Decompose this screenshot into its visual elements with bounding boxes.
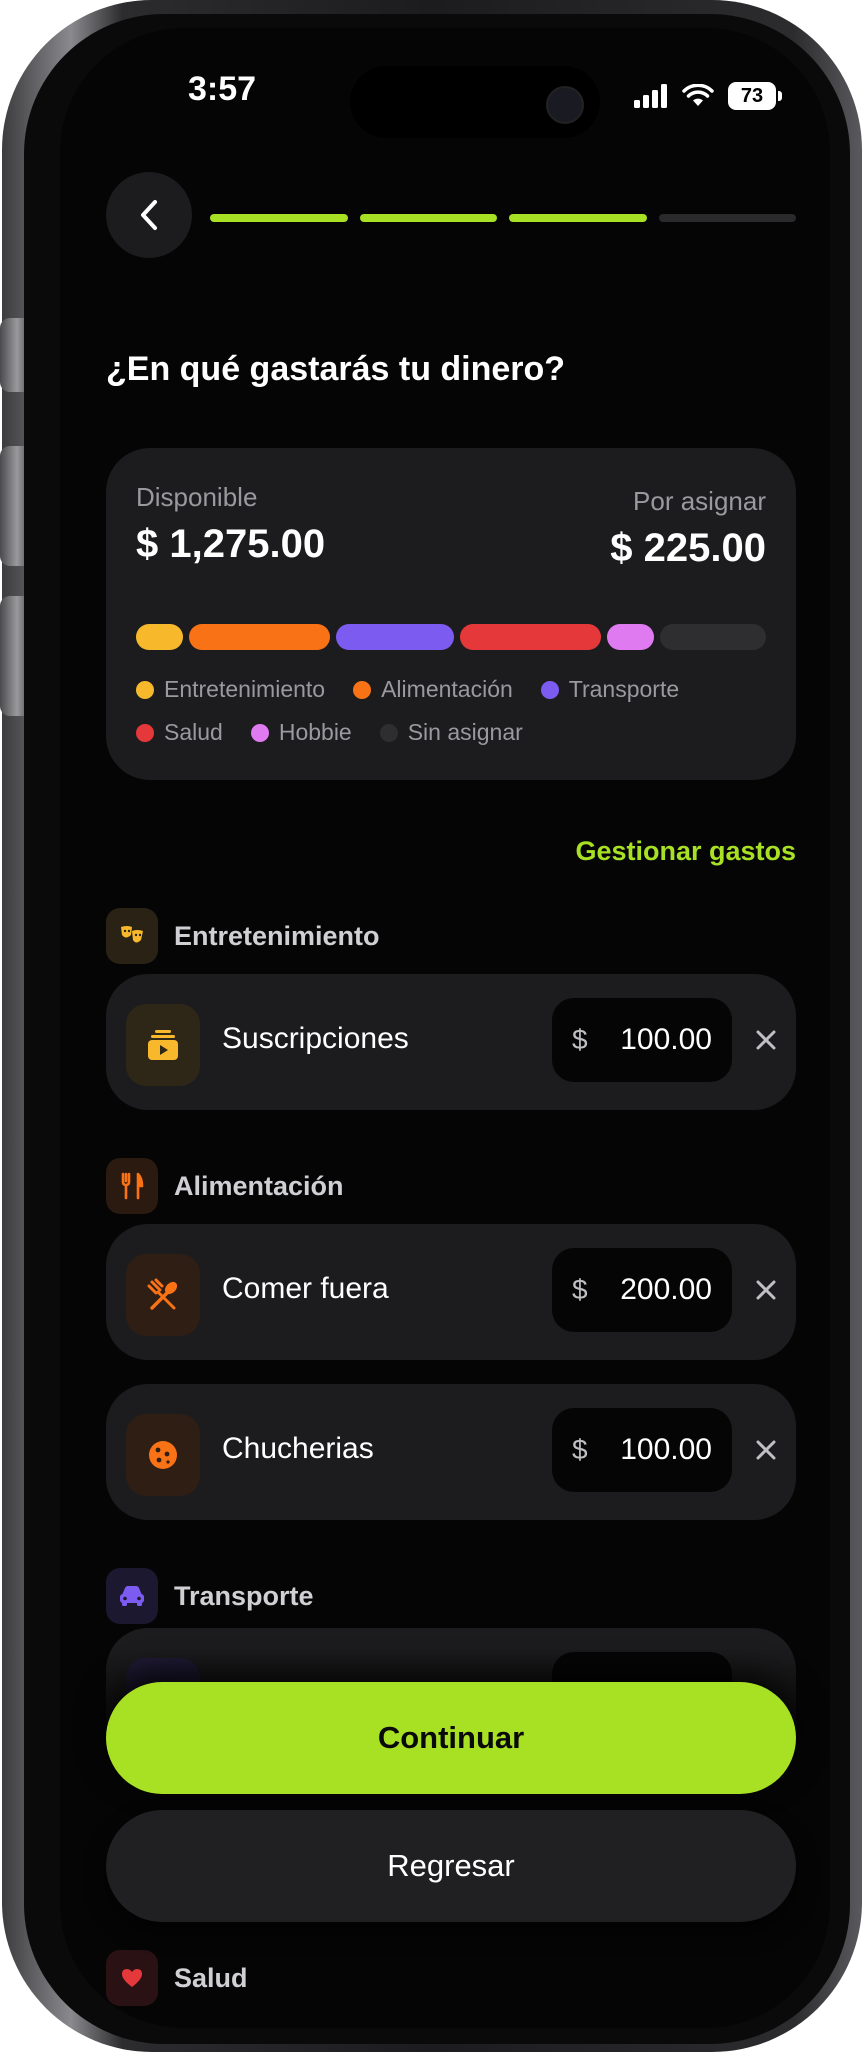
close-icon — [756, 1280, 776, 1300]
camera-icon — [546, 86, 584, 124]
health-icon — [106, 1950, 158, 2006]
legend-item: Hobbie — [250, 719, 352, 746]
expense-row-comer-fuera: Comer fuera $ — [106, 1224, 796, 1360]
category-header-alimentacion: Alimentación — [106, 1158, 344, 1214]
car-icon — [106, 1568, 158, 1624]
battery-icon: 73 — [728, 82, 782, 110]
amount-input[interactable] — [602, 1023, 712, 1057]
expense-row-suscripciones: Suscripciones $ — [106, 974, 796, 1110]
legend-item: Transporte — [540, 676, 680, 703]
status-time: 3:57 — [188, 70, 257, 108]
cookie-icon — [126, 1414, 200, 1496]
legend-item: Alimentación — [353, 676, 513, 703]
expense-name: Chucherias — [222, 1432, 374, 1465]
progress-step — [210, 214, 348, 222]
fork-knife-icon — [106, 1158, 158, 1214]
battery-level: 73 — [728, 82, 776, 110]
currency-symbol: $ — [572, 1024, 588, 1055]
legend-label: Alimentación — [381, 676, 513, 702]
amount-input[interactable] — [602, 1273, 712, 1307]
amount-field[interactable]: $ — [552, 998, 732, 1082]
status-icons: 73 — [634, 82, 782, 110]
currency-symbol: $ — [572, 1434, 588, 1465]
continue-button[interactable]: Continuar — [106, 1682, 796, 1794]
legend-dot — [250, 723, 269, 742]
budget-allocation-bar — [136, 624, 766, 650]
available-label: Disponible — [136, 482, 258, 512]
budget-legend: Entretenimiento Alimentación Transporte Sal… — [136, 676, 776, 746]
amount-field[interactable]: $ — [552, 1408, 732, 1492]
legend-dot — [540, 680, 559, 699]
budget-summary-card: Disponible $ 1,275.00 Por asignar $ 225.… — [106, 448, 796, 780]
legend-dot — [353, 680, 372, 699]
progress-step — [359, 214, 497, 222]
legend-item: Sin asignar — [379, 719, 523, 746]
unassigned-label: Por asignar — [633, 486, 766, 516]
category-header-transporte: Transporte — [106, 1568, 314, 1624]
allocation-segment — [459, 624, 602, 650]
cellular-signal-icon — [634, 84, 667, 108]
allocation-segment — [607, 624, 655, 650]
progress-step — [509, 214, 647, 222]
legend-dot — [136, 723, 154, 742]
theater-masks-icon — [106, 908, 158, 964]
allocation-segment — [136, 624, 184, 650]
legend-label: Entretenimiento — [164, 676, 326, 702]
expense-name: Suscripciones — [222, 1022, 409, 1055]
back-text-button[interactable]: Regresar — [106, 1810, 796, 1922]
device-mockup: 3:57 73 ¿En qué gastarás tu dinero? Disp… — [0, 0, 866, 2058]
spoon-fork-icon — [126, 1254, 200, 1336]
step-progress — [210, 214, 796, 222]
allocation-segment — [660, 624, 766, 650]
legend-label: Transporte — [568, 676, 680, 702]
legend-item: Salud — [136, 719, 223, 746]
amount-field[interactable]: $ — [552, 1248, 732, 1332]
app-screen: 3:57 73 ¿En qué gastarás tu dinero? Disp… — [60, 28, 830, 2028]
legend-label: Hobbie — [278, 719, 352, 745]
page-title: ¿En qué gastarás tu dinero? — [106, 350, 566, 388]
legend-item: Entretenimiento — [136, 676, 325, 703]
progress-step — [658, 214, 796, 222]
allocation-segment — [189, 624, 331, 650]
allocation-segment — [336, 624, 454, 650]
legend-label: Salud — [164, 719, 223, 745]
category-name: Entretenimiento — [174, 920, 380, 951]
wifi-icon — [682, 84, 714, 106]
legend-dot — [379, 723, 398, 742]
amount-input[interactable] — [602, 1433, 712, 1467]
unassigned-amount: $ 225.00 — [610, 526, 766, 570]
manage-expenses-link[interactable]: Gestionar gastos — [575, 836, 796, 867]
category-header-salud: Salud — [106, 1950, 248, 2006]
category-header-entretenimiento: Entretenimiento — [106, 908, 380, 964]
back-button[interactable] — [106, 172, 192, 258]
battery-tip — [778, 91, 782, 101]
currency-symbol: $ — [572, 1274, 588, 1305]
legend-dot — [136, 680, 154, 699]
dynamic-island — [350, 66, 600, 138]
subscription-icon — [126, 1004, 200, 1086]
close-icon — [756, 1440, 776, 1460]
legend-label: Sin asignar — [407, 719, 523, 745]
close-icon — [756, 1030, 776, 1050]
expense-row-chucherias: Chucherias $ — [106, 1384, 796, 1520]
category-name: Transporte — [174, 1580, 314, 1611]
remove-expense-button[interactable] — [748, 1018, 784, 1062]
category-name: Alimentación — [174, 1170, 344, 1201]
expense-name: Comer fuera — [222, 1272, 389, 1305]
available-amount: $ 1,275.00 — [136, 522, 326, 566]
category-name: Salud — [174, 1962, 248, 1993]
chevron-left-icon — [141, 200, 157, 230]
remove-expense-button[interactable] — [748, 1428, 784, 1472]
remove-expense-button[interactable] — [748, 1268, 784, 1312]
